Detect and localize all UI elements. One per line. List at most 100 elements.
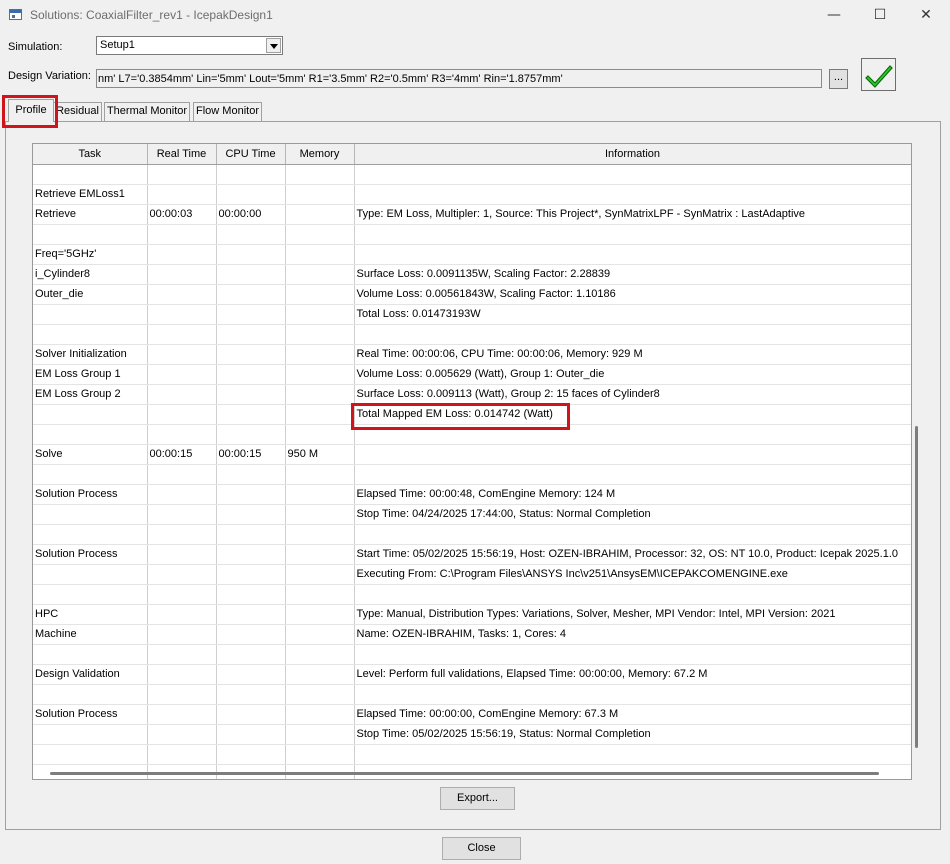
export-button[interactable]: Export... [440,787,515,810]
cell-task [33,524,148,545]
cell-real-time [147,304,217,325]
column-header-task[interactable]: Task [33,144,148,165]
browse-variation-button[interactable]: ... [829,69,848,89]
cell-real-time [147,744,217,765]
table-row[interactable]: EM Loss Group 1 Volume Loss: 0.005629 (Wa… [33,364,911,385]
tab-thermal-monitor[interactable]: Thermal Monitor [104,102,190,121]
cell-information: Type: EM Loss, Multipler: 1, Source: Thi… [354,204,911,225]
profile-table[interactable]: Task Real Time CPU Time Memory Informati… [32,143,912,780]
table-row[interactable]: Solve 00:00:15 00:00:15 950 M [33,444,911,465]
cell-memory [285,584,355,605]
table-row[interactable]: Executing From: C:\Program Files\ANSYS I… [33,564,911,585]
cell-cpu-time [216,344,286,365]
cell-real-time [147,264,217,285]
cell-task: Solution Process [33,484,148,505]
cell-memory [285,204,355,225]
minimize-icon[interactable]: — [811,0,857,30]
vertical-scrollbar[interactable] [915,426,918,748]
cell-memory: 950 M [285,444,355,465]
cell-information [354,524,911,545]
cell-cpu-time [216,464,286,485]
cell-information [354,464,911,485]
cell-real-time [147,384,217,405]
table-row[interactable]: Total Loss: 0.01473193W [33,304,911,325]
table-row[interactable]: Retrieve EMLoss1 [33,184,911,205]
dropdown-arrow-button[interactable] [266,38,281,53]
table-row[interactable]: Outer_die Volume Loss: 0.00561843W, Scali… [33,284,911,305]
table-row[interactable] [33,464,911,485]
simulation-dropdown[interactable]: Setup1 [96,36,283,55]
cell-information: Level: Perform full validations, Elapsed… [354,664,911,685]
cell-memory [285,264,355,285]
cell-memory [285,244,355,265]
table-row[interactable] [33,324,911,345]
cell-cpu-time [216,504,286,525]
table-row[interactable] [33,684,911,705]
maximize-icon[interactable]: ☐ [857,0,903,30]
table-row[interactable]: Solution Process Start Time: 05/02/2025 1… [33,544,911,565]
cell-memory [285,164,355,185]
column-header-real-time[interactable]: Real Time [147,144,217,165]
close-button-label: Close [467,842,496,854]
cell-real-time [147,424,217,445]
column-header-cpu-time[interactable]: CPU Time [216,144,286,165]
table-row[interactable]: Design Validation Level: Perform full val… [33,664,911,685]
tab-residual[interactable]: Residual [53,102,102,121]
table-row[interactable]: EM Loss Group 2 Surface Loss: 0.009113 (W… [33,384,911,405]
cell-cpu-time [216,284,286,305]
cell-task [33,464,148,485]
cell-task [33,724,148,745]
title-bar: Solutions: CoaxialFilter_rev1 - IcepakDe… [0,0,950,30]
cell-task [33,584,148,605]
cell-task [33,224,148,245]
cell-real-time [147,664,217,685]
column-header-memory[interactable]: Memory [285,144,355,165]
cell-task [33,304,148,325]
cell-real-time [147,164,217,185]
cell-memory [285,404,355,425]
table-row[interactable] [33,644,911,665]
cell-information [354,644,911,665]
table-row[interactable]: i_Cylinder8 Surface Loss: 0.0091135W, Sca… [33,264,911,285]
table-row[interactable]: Retrieve 00:00:03 00:00:00 Type: EM Loss, M… [33,204,911,225]
cell-task: Design Validation [33,664,148,685]
column-header-information[interactable]: Information [354,144,911,165]
table-row[interactable]: Stop Time: 05/02/2025 15:56:19, Status: … [33,724,911,745]
table-row[interactable]: HPC Type: Manual, Distribution Types: Var… [33,604,911,625]
horizontal-scrollbar[interactable] [50,772,879,775]
table-row[interactable] [33,164,911,185]
cell-memory [285,324,355,345]
cell-real-time [147,624,217,645]
cell-memory [285,744,355,765]
cell-information: Name: OZEN-IBRAHIM, Tasks: 1, Cores: 4 [354,624,911,645]
status-indicator [861,58,896,91]
cell-task: HPC [33,604,148,625]
table-row[interactable]: Stop Time: 04/24/2025 17:44:00, Status: … [33,504,911,525]
table-row[interactable] [33,584,911,605]
cell-task [33,324,148,345]
cell-real-time [147,224,217,245]
table-row[interactable]: Solution Process Elapsed Time: 00:00:00, … [33,704,911,725]
design-variation-value: nm' L7='0.3854mm' Lin='5mm' Lout='5mm' R… [98,73,563,85]
table-row[interactable]: Solver Initialization Real Time: 00:00:06… [33,344,911,365]
cell-memory [285,524,355,545]
cell-memory [285,464,355,485]
close-button[interactable]: Close [442,837,521,860]
table-row[interactable] [33,744,911,765]
cell-information [354,224,911,245]
close-icon[interactable]: ✕ [903,0,949,30]
table-row[interactable]: Machine Name: OZEN-IBRAHIM, Tasks: 1, Cor… [33,624,911,645]
cell-information: Elapsed Time: 00:00:00, ComEngine Memory… [354,704,911,725]
cell-cpu-time [216,364,286,385]
table-row[interactable]: Solution Process Elapsed Time: 00:00:48, … [33,484,911,505]
table-row[interactable] [33,224,911,245]
cell-real-time: 00:00:03 [147,204,217,225]
tab-flow-monitor[interactable]: Flow Monitor [193,102,262,121]
table-row[interactable]: Freq='5GHz' [33,244,911,265]
table-row[interactable] [33,524,911,545]
cell-memory [285,424,355,445]
cell-cpu-time [216,244,286,265]
simulation-value: Setup1 [100,39,135,51]
cell-memory [285,704,355,725]
design-variation-field[interactable]: nm' L7='0.3854mm' Lin='5mm' Lout='5mm' R… [96,69,822,88]
